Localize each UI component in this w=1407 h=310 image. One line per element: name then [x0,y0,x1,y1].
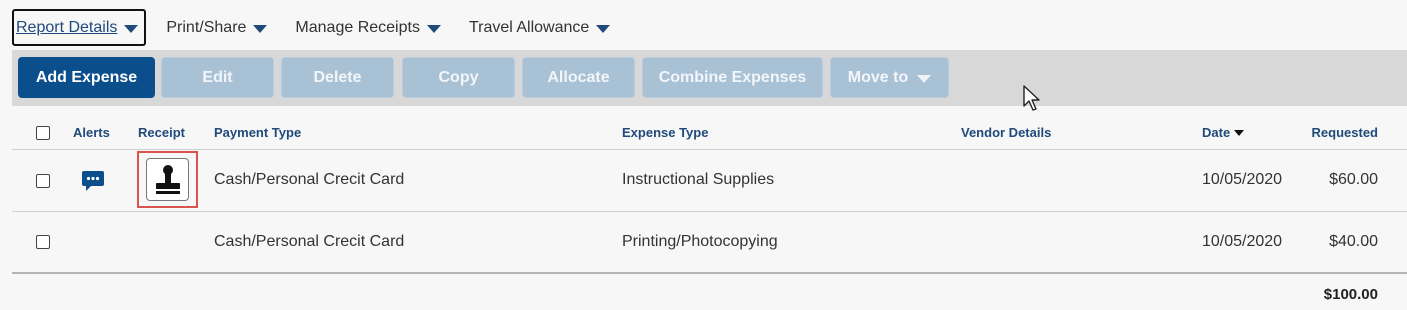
edit-button[interactable]: Edit [161,57,274,98]
payment-type-cell: Cash/Personal Crecit Card [214,171,405,188]
chevron-down-icon [124,24,139,33]
chevron-down-icon [596,24,611,33]
move-to-label: Move to [847,68,909,86]
requested-total: $100.00 [1323,286,1378,303]
menu-travel-allowance[interactable]: Travel Allowance [468,9,611,46]
table-row[interactable]: Cash/Personal Crecit Card Printing/Photo… [12,212,1407,274]
menu-print-share-label: Print/Share [166,18,247,36]
col-alerts: Alerts [73,125,110,140]
date-cell: 10/05/2020 [1202,233,1283,250]
chevron-down-icon [426,24,441,33]
stamp-icon [155,164,180,194]
expense-type-cell: Printing/Photocopying [622,233,778,250]
report-menu-bar: Report Details Print/Share Manage Receip… [12,9,638,46]
combine-expenses-button[interactable]: Combine Expenses [642,57,823,98]
col-payment-type[interactable]: Payment Type [214,125,301,140]
menu-travel-allowance-label: Travel Allowance [468,18,590,36]
chevron-down-icon [917,74,932,83]
move-to-button[interactable]: Move to [830,57,949,98]
col-requested[interactable]: Requested [1312,125,1378,140]
sort-desc-icon [1234,129,1245,136]
row-checkbox[interactable] [36,174,50,188]
menu-report-details[interactable]: Report Details [12,9,147,46]
row-checkbox[interactable] [36,235,50,249]
date-cell: 10/05/2020 [1202,171,1283,188]
col-expense-type[interactable]: Expense Type [622,125,708,140]
select-all-checkbox[interactable] [36,126,50,140]
expense-type-cell: Instructional Supplies [622,171,775,188]
comment-bubble-icon[interactable] [81,170,105,192]
receipt-thumbnail[interactable] [137,151,198,208]
col-date-label: Date [1202,125,1231,140]
add-expense-button[interactable]: Add Expense [18,57,155,98]
allocate-button[interactable]: Allocate [522,57,635,98]
requested-cell: $40.00 [1329,233,1378,250]
col-receipt: Receipt [138,125,185,140]
chevron-down-icon [253,24,268,33]
copy-button[interactable]: Copy [402,57,515,98]
mouse-pointer-icon [1023,85,1040,111]
col-date[interactable]: Date [1202,125,1245,140]
receipt-image-frame [146,158,189,201]
menu-print-share[interactable]: Print/Share [166,9,268,46]
table-header: Alerts Receipt Payment Type Expense Type… [12,118,1407,150]
menu-manage-receipts-label: Manage Receipts [295,18,420,36]
delete-button[interactable]: Delete [281,57,394,98]
payment-type-cell: Cash/Personal Crecit Card [214,233,405,250]
table-row[interactable]: Cash/Personal Crecit Card Instructional … [12,150,1407,212]
menu-report-details-label: Report Details [16,18,118,36]
expense-toolbar: Add Expense Edit Delete Copy Allocate Co… [12,50,1407,106]
col-vendor-details[interactable]: Vendor Details [961,125,1051,140]
requested-cell: $60.00 [1329,171,1378,188]
menu-manage-receipts[interactable]: Manage Receipts [295,9,441,46]
